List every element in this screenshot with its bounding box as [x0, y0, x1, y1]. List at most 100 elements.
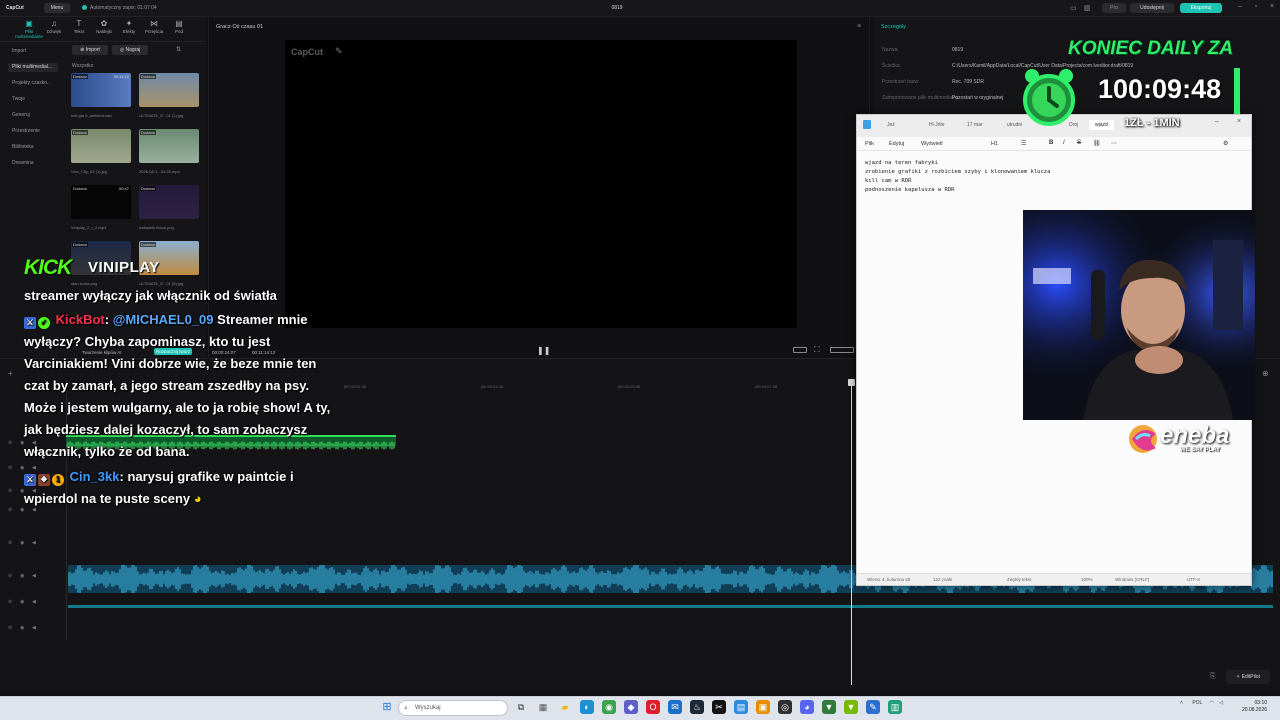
sidebar-item[interactable]: Generuj	[8, 111, 58, 120]
sort-icon[interactable]: ⇅	[176, 46, 181, 53]
heading-dropdown[interactable]: H1	[991, 141, 998, 147]
close-icon[interactable]: ×	[1266, 3, 1278, 10]
pause-icon[interactable]: ❚❚	[537, 346, 550, 355]
strikethrough-icon[interactable]: S	[1077, 140, 1081, 146]
sidebar-item[interactable]: Przestrzenie	[8, 127, 58, 136]
windows-start-icon[interactable]: ⊞	[380, 700, 394, 714]
np-close-icon[interactable]: ×	[1237, 118, 1241, 125]
maximize-icon[interactable]: ▫	[1250, 3, 1262, 10]
volume-icon[interactable]: ◁	[1219, 700, 1223, 706]
more-icon[interactable]: ⋯	[1111, 140, 1117, 147]
italic-icon[interactable]: I	[1063, 140, 1065, 146]
nvidia-icon[interactable]: ▼	[844, 700, 858, 714]
language-indicator[interactable]: POL	[1192, 700, 1202, 706]
notepad-tab[interactable]: wjazd	[1089, 120, 1114, 130]
taskbar-clock[interactable]: 03:10 20.08.2026	[1242, 700, 1267, 714]
track-lock-icon[interactable]: ⊘	[8, 573, 12, 579]
quality-icon[interactable]	[830, 347, 854, 353]
track-visibility-icon[interactable]: ◉	[20, 573, 24, 579]
teams-icon[interactable]: ◆	[624, 700, 638, 714]
sidebar-item[interactable]: Twoje	[8, 95, 58, 104]
task-view-icon[interactable]: ⧉	[514, 700, 528, 714]
editor-icon[interactable]: ✎	[866, 700, 880, 714]
editpilot-button[interactable]: ✧ EditPilot	[1226, 670, 1270, 684]
menu-view[interactable]: Wyświetl	[921, 141, 943, 147]
tray-expand-icon[interactable]: ˄	[1180, 700, 1183, 706]
track-lock-icon[interactable]: ⊘	[8, 625, 12, 631]
sidebar-item[interactable]: Pliki multimedial...	[8, 63, 58, 72]
notepad-icon[interactable]: ▤	[734, 700, 748, 714]
app-icon[interactable]: ▣	[756, 700, 770, 714]
obs-icon[interactable]: ◎	[778, 700, 792, 714]
file-explorer-icon[interactable]: ▰	[558, 700, 572, 714]
edge-icon[interactable]: ◐	[580, 700, 594, 714]
chat-username[interactable]: Cin_3kk	[70, 469, 120, 484]
track-audio-icon[interactable]: ◀	[32, 625, 36, 631]
chrome-icon[interactable]: ◉	[602, 700, 616, 714]
record-button[interactable]: ◎ Nagraj	[112, 45, 148, 55]
sidebar-item[interactable]: Import	[8, 47, 58, 56]
layout-split-icon[interactable]: ▥	[1084, 4, 1091, 12]
fullscreen-icon[interactable]: ⛶	[814, 345, 820, 355]
feedback-icon[interactable]: ⎘	[1210, 673, 1216, 681]
notepad-tab[interactable]: 17 mar	[967, 122, 983, 128]
wifi-icon[interactable]: ◠	[1210, 700, 1214, 706]
add-track-icon[interactable]: +	[8, 369, 13, 378]
track-audio-icon[interactable]: ◀	[32, 573, 36, 579]
menu-edit[interactable]: Edytuj	[889, 141, 904, 147]
track-visibility-icon[interactable]: ◉	[20, 599, 24, 605]
playhead-handle[interactable]	[848, 379, 855, 386]
media-thumbnail[interactable]: Dodano 00:47	[71, 185, 131, 219]
link-icon[interactable]: ⛓	[1093, 140, 1101, 147]
pro-button[interactable]: Pro	[1102, 3, 1126, 13]
chat-username[interactable]: KickBot	[56, 312, 105, 327]
track-lock-icon[interactable]: ⊘	[8, 507, 12, 513]
mail-icon[interactable]: ✉	[668, 700, 682, 714]
capcut-icon[interactable]: ✂	[712, 700, 726, 714]
notepad-text[interactable]: wjazd na teren fabryki zrobienie grafiki…	[865, 159, 1050, 195]
track-lock-icon[interactable]: ⊘	[8, 465, 12, 471]
settings-icon[interactable]: ⚙	[1223, 140, 1228, 147]
media-filter-label[interactable]: Wszystko	[72, 63, 93, 69]
track-visibility-icon[interactable]: ◉	[20, 625, 24, 631]
edit-pencil-icon[interactable]: ✎	[335, 46, 343, 57]
media-thumbnail[interactable]: Dodano	[139, 185, 199, 219]
sidebar-item[interactable]: Projekty czasko...	[8, 79, 58, 88]
menu-file[interactable]: Plik	[865, 141, 874, 147]
vpn-icon[interactable]: ▼	[822, 700, 836, 714]
track-audio-icon[interactable]: ◀	[32, 540, 36, 546]
widgets-icon[interactable]: ▦	[536, 700, 550, 714]
track-lock-icon[interactable]: ⊘	[8, 440, 12, 446]
media-thumbnail[interactable]: Dodano	[71, 129, 131, 163]
taskbar-search[interactable]: ⌕ Wyszukaj	[398, 700, 508, 716]
discord-icon[interactable]: ◕	[800, 700, 814, 714]
export-button[interactable]: Eksportuj	[1180, 3, 1222, 13]
sidebar-item[interactable]: Biblioteka	[8, 143, 58, 152]
track-lock-icon[interactable]: ⊘	[8, 599, 12, 605]
np-minimize-icon[interactable]: –	[1215, 118, 1219, 125]
track-audio-icon[interactable]: ◀	[32, 599, 36, 605]
zoom-icon[interactable]: ⊕	[1262, 369, 1269, 378]
menu-button[interactable]: Menu	[44, 3, 70, 13]
notepad-tab[interactable]: Hi Jóte	[929, 122, 945, 128]
share-button[interactable]: Udostępnij	[1130, 3, 1174, 13]
track-visibility-icon[interactable]: ◉	[20, 540, 24, 546]
store-icon[interactable]: ▥	[888, 700, 902, 714]
preview-menu-icon[interactable]: ≡	[857, 23, 861, 30]
notepad-tab[interactable]: Jeż	[887, 122, 895, 128]
import-button[interactable]: ⊕ Import	[72, 45, 108, 55]
list-icon[interactable]: ☰	[1021, 140, 1026, 147]
steam-icon[interactable]: ♨	[690, 700, 704, 714]
media-thumbnail[interactable]: Dodano	[139, 73, 199, 107]
track-lock-icon[interactable]: ⊘	[8, 488, 12, 494]
playhead[interactable]	[851, 380, 852, 685]
media-thumbnail[interactable]: Dodano	[139, 129, 199, 163]
sidebar-item[interactable]: Dreamina	[8, 159, 58, 168]
preview-canvas[interactable]: CapCut ✎	[285, 40, 797, 328]
layout-icon[interactable]: ▭	[1070, 4, 1077, 12]
media-thumbnail[interactable]: Dodano 00:11:12	[71, 73, 131, 107]
media-tab-6[interactable]: ▤ Pod	[164, 19, 194, 34]
minimize-icon[interactable]: –	[1234, 3, 1246, 10]
chat-mention[interactable]: @MICHAEL0_09	[113, 312, 214, 327]
project-name[interactable]: 0819	[600, 5, 634, 11]
